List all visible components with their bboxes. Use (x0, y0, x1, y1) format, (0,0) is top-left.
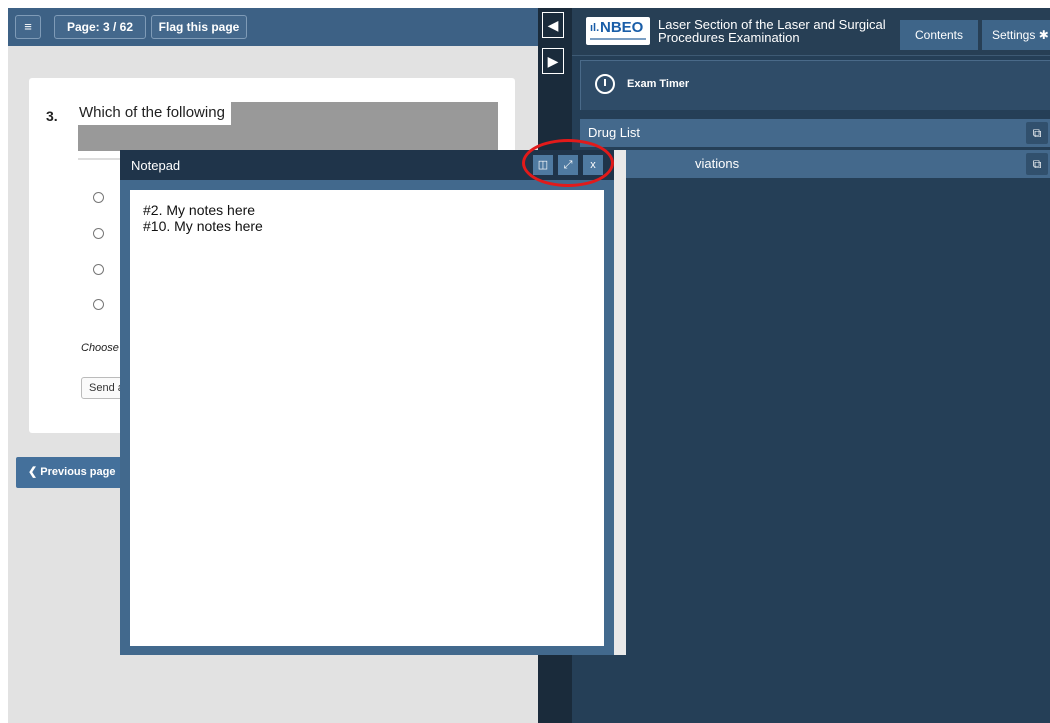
nbeo-logo: ıl. NBEO (586, 17, 650, 45)
popout-icon[interactable]: ⧉ (1026, 153, 1048, 175)
clock-icon (595, 74, 615, 94)
notepad-textarea[interactable]: #2. My notes here #10. My notes here (130, 190, 604, 646)
settings-button[interactable]: Settings ✱ (982, 20, 1050, 50)
redacted-text-block (78, 125, 498, 151)
choose-instruction: Choose (81, 342, 119, 354)
highlight-annotation (522, 139, 614, 187)
logo-subline (590, 38, 646, 40)
reference-pane: ıl. NBEO Laser Section of the Laser and … (572, 8, 1050, 723)
expand-right-icon[interactable]: ▶ (542, 48, 564, 74)
answer-radio[interactable] (93, 228, 104, 239)
previous-page-label: Previous page (40, 466, 116, 478)
collapse-left-icon[interactable]: ◀ (542, 12, 564, 38)
flag-page-button[interactable]: Flag this page (151, 15, 247, 39)
page-indicator[interactable]: Page: 3 / 62 (54, 15, 146, 39)
chevron-left-icon: ❮ (28, 466, 38, 478)
answer-radio[interactable] (93, 299, 104, 310)
popout-icon[interactable]: ⧉ (1026, 122, 1048, 144)
gear-icon: ✱ (1038, 28, 1049, 42)
exam-timer-label: Exam Timer (627, 78, 690, 90)
drug-list-label: Drug List (588, 125, 641, 140)
notepad-window[interactable]: Notepad ◫ ⤢ x #2. My notes here #10. My … (120, 150, 626, 655)
question-number: 3. (46, 108, 58, 124)
abbreviations-row[interactable]: viations ⧉ (580, 150, 1050, 178)
answer-radio[interactable] (93, 264, 104, 275)
notepad-title: Notepad (131, 158, 181, 173)
drug-list-row[interactable]: Drug List ⧉ (580, 119, 1050, 147)
logo-bars-icon: ıl. (590, 22, 600, 34)
hamburger-menu-icon[interactable]: ≡ (15, 15, 41, 39)
reference-header: ıl. NBEO Laser Section of the Laser and … (572, 8, 1050, 56)
answer-radio[interactable] (93, 192, 104, 203)
contents-button[interactable]: Contents (900, 20, 978, 50)
notepad-body: #2. My notes here #10. My notes here (120, 180, 614, 655)
settings-label: Settings (992, 28, 1036, 42)
exam-title: Laser Section of the Laser and Surgical … (658, 17, 886, 45)
exam-toolbar: ≡ Page: 3 / 62 Flag this page (8, 8, 538, 46)
redacted-text-block (231, 102, 498, 125)
clock-hand (604, 79, 606, 86)
question-text: Which of the following (79, 104, 225, 121)
exam-timer-panel[interactable]: Exam Timer (580, 60, 1050, 110)
abbreviations-label: viations (695, 156, 740, 171)
logo-text: NBEO (600, 19, 644, 36)
